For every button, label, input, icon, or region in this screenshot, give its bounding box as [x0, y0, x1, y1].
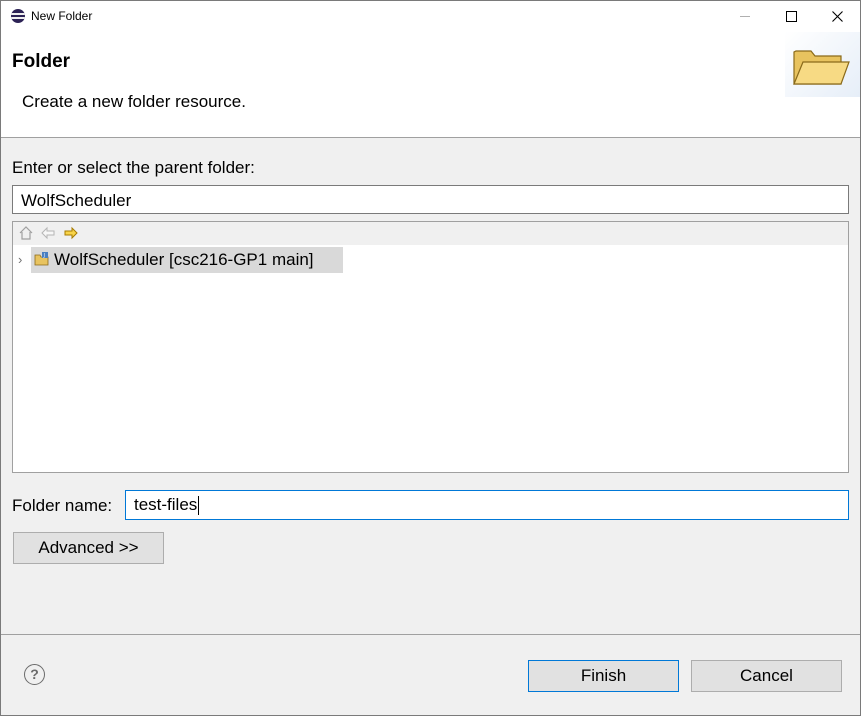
close-icon	[831, 11, 843, 22]
svg-text:J: J	[43, 253, 45, 259]
folder-name-label: Folder name:	[12, 496, 113, 515]
page-description: Create a new folder resource.	[22, 92, 246, 111]
close-button[interactable]	[814, 1, 860, 32]
parent-folder-label: Enter or select the parent folder:	[12, 158, 255, 177]
finish-button[interactable]: Finish	[528, 660, 679, 692]
forward-arrow-icon[interactable]	[63, 226, 79, 242]
wizard-header: Folder Create a new folder resource.	[1, 32, 860, 138]
maximize-button[interactable]	[768, 1, 814, 32]
tree-toolbar	[13, 222, 848, 245]
folder-name-value: test-files	[134, 495, 198, 514]
java-project-icon: J	[34, 251, 50, 267]
text-caret	[198, 496, 200, 516]
minimize-button[interactable]	[722, 1, 768, 32]
help-icon[interactable]: ?	[24, 664, 45, 685]
home-icon[interactable]	[18, 226, 34, 242]
open-folder-icon	[793, 50, 850, 85]
folder-tree[interactable]: › J WolfScheduler [csc216-GP1 main]	[12, 221, 849, 473]
new-folder-dialog: New Folder Folder Create a new folder re…	[0, 0, 861, 716]
folder-banner	[785, 32, 860, 97]
title-bar: New Folder	[1, 1, 860, 32]
cancel-button[interactable]: Cancel	[691, 660, 842, 692]
footer-divider	[1, 634, 860, 635]
tree-item-label[interactable]: WolfScheduler [csc216-GP1 main]	[54, 250, 314, 270]
window-title: New Folder	[31, 9, 93, 23]
parent-folder-input[interactable]: WolfScheduler	[12, 185, 849, 214]
back-arrow-icon[interactable]	[40, 226, 56, 242]
page-title: Folder	[12, 51, 71, 72]
expand-chevron-icon[interactable]: ›	[18, 252, 22, 267]
eclipse-app-icon	[11, 9, 25, 23]
maximize-icon	[785, 11, 797, 22]
advanced-button[interactable]: Advanced >>	[13, 532, 164, 564]
minimize-icon	[740, 16, 750, 17]
folder-name-input[interactable]: test-files	[125, 490, 849, 520]
